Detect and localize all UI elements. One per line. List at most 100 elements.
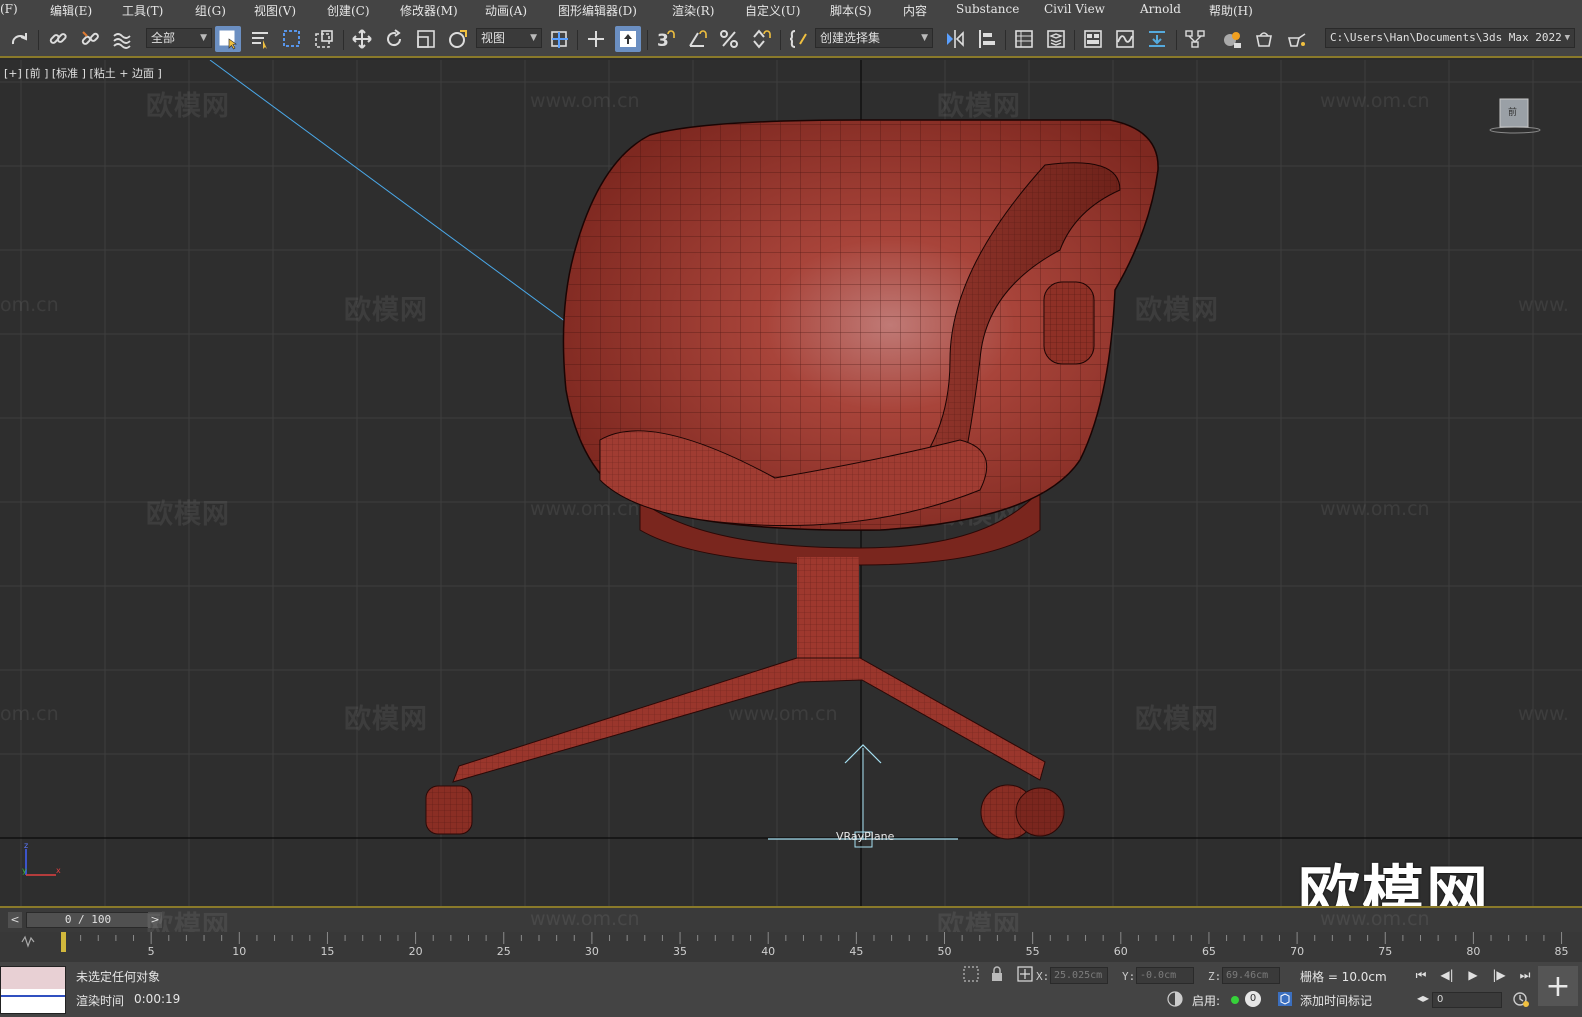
angle-snap-icon[interactable]	[684, 26, 710, 52]
rect-select-region-icon[interactable]	[279, 26, 305, 52]
main-toolbar: 全部 ▼ 视图 ▼ 3 创建选择集 ▼ C:\Users\Han\Documents\…	[0, 20, 1582, 58]
menu-rendering[interactable]: 渲染(R)	[672, 2, 714, 19]
y-coord-field[interactable]: -0.0cm	[1136, 967, 1194, 984]
track-tick-label: 85	[1554, 945, 1569, 958]
menu-substance[interactable]: Substance	[956, 2, 1019, 16]
menu-civil-view[interactable]: Civil View	[1044, 2, 1105, 16]
menu-customize[interactable]: 自定义(U)	[745, 2, 800, 19]
lock-icon[interactable]	[988, 965, 1006, 983]
menu-graph-editors[interactable]: 图形编辑器(D)	[558, 2, 637, 19]
window-crossing-icon[interactable]	[311, 26, 337, 52]
status-dot-icon	[1231, 996, 1239, 1004]
status-bar: 未选定任何对象 渲染时间 0:00:19 X: 25.025cm Y: -0.0…	[0, 962, 1582, 1017]
play-icon[interactable]: ▶	[1462, 967, 1484, 983]
menu-group[interactable]: 组(G)	[195, 2, 226, 19]
layer-explorer-icon[interactable]	[1043, 26, 1069, 52]
add-time-tag[interactable]: 添加时间标记	[1300, 992, 1372, 1009]
menu-help[interactable]: 帮助(H)	[1209, 2, 1253, 19]
time-prev-button[interactable]: <	[8, 912, 22, 928]
select-by-name-icon[interactable]	[247, 26, 273, 52]
menu-animation[interactable]: 动画(A)	[485, 2, 527, 19]
dope-sheet-icon[interactable]	[1144, 26, 1170, 52]
axis-tripod: z y x	[22, 843, 61, 876]
percent-snap-icon[interactable]	[716, 26, 742, 52]
snaps-toggle-icon[interactable]: 3	[652, 26, 678, 52]
time-slider-thumb[interactable]: 0 / 100	[26, 912, 150, 928]
mirror-icon[interactable]	[942, 26, 968, 52]
curve-editor-icon[interactable]	[1112, 26, 1138, 52]
go-to-end-icon[interactable]: ⏭	[1514, 967, 1536, 983]
select-scale-icon[interactable]	[413, 26, 439, 52]
menu-scripting[interactable]: 脚本(S)	[830, 2, 872, 19]
select-move-icon[interactable]	[349, 26, 375, 52]
select-place-icon[interactable]	[445, 26, 471, 52]
x-coord-field[interactable]: 25.025cm	[1050, 967, 1108, 984]
track-tick-label: 5	[147, 945, 155, 958]
material-editor-icon[interactable]	[1219, 26, 1245, 52]
vray-plane-label: VRayPlane	[836, 830, 895, 843]
selection-filter-value: 全部	[151, 31, 176, 45]
watermark-url: www.om.cn	[530, 908, 640, 930]
viewcube[interactable]: 前	[1488, 97, 1542, 137]
named-selection-dropdown[interactable]: 创建选择集 ▼	[815, 28, 933, 48]
z-coord-field[interactable]: 69.46cm	[1222, 967, 1280, 984]
scene-explorer-icon[interactable]	[1011, 26, 1037, 52]
menu-edit[interactable]: 编辑(E)	[50, 2, 92, 19]
viewport-label[interactable]: [+] [前 ] [标准 ] [粘土 + 边面 ]	[4, 65, 162, 81]
selection-lock-icon[interactable]	[962, 965, 980, 983]
toggle-ribbon-icon[interactable]	[1080, 26, 1106, 52]
time-config-icon[interactable]	[1512, 990, 1530, 1008]
adaptive-degradation-icon[interactable]	[1166, 990, 1184, 1008]
select-object-icon[interactable]	[215, 26, 241, 52]
menu-tools[interactable]: 工具(T)	[122, 2, 163, 19]
menu-file[interactable]: (F)	[0, 2, 18, 16]
render-setup-icon[interactable]	[1251, 26, 1277, 52]
menu-content[interactable]: 内容	[903, 2, 927, 19]
ref-coord-value: 视图	[481, 31, 506, 45]
menu-arnold[interactable]: Arnold	[1140, 2, 1181, 16]
project-path-dropdown[interactable]: C:\Users\Han\Documents\3ds Max 2022 ▼	[1325, 28, 1575, 48]
track-tick-label: 25	[496, 945, 511, 958]
maxscript-mini-listener[interactable]	[0, 966, 66, 1014]
menu-modifiers[interactable]: 修改器(M)	[400, 2, 458, 19]
link-icon[interactable]	[45, 26, 71, 52]
previous-frame-icon[interactable]: ◀|	[1436, 967, 1458, 983]
frame-spinner-icon[interactable]: ◂▸	[1412, 990, 1434, 1006]
enabled-counter[interactable]: 0	[1245, 991, 1261, 1007]
edit-named-selection-icon[interactable]	[786, 26, 812, 52]
site-logo: 欧模网	[1298, 858, 1491, 906]
add-key-button[interactable]: +	[1538, 966, 1578, 1006]
schematic-view-icon[interactable]	[1182, 26, 1208, 52]
spinner-snap-icon[interactable]	[748, 26, 774, 52]
axis-x-label: x	[56, 866, 61, 875]
select-manipulate-icon[interactable]	[583, 26, 609, 52]
ref-coord-dropdown[interactable]: 视图 ▼	[476, 28, 542, 48]
selection-status: 未选定任何对象	[76, 970, 161, 984]
current-frame-field[interactable]: 0	[1432, 992, 1502, 1008]
go-to-start-icon[interactable]: ⏮	[1410, 967, 1432, 983]
track-bar[interactable]: 5 10 15 20 25 30 35 40 45 50 55 60 65 70 75 80 85	[0, 932, 1582, 962]
menu-views[interactable]: 视图(V)	[254, 2, 296, 19]
axis-z-label: z	[24, 843, 28, 850]
unlink-icon[interactable]	[77, 26, 103, 52]
select-rotate-icon[interactable]	[381, 26, 407, 52]
render-production-icon[interactable]	[1283, 26, 1309, 52]
track-tick-label: 80	[1466, 945, 1481, 958]
current-frame-marker	[61, 932, 66, 952]
absolute-mode-icon[interactable]	[1016, 965, 1034, 983]
next-frame-icon[interactable]: |▶	[1488, 967, 1510, 983]
bind-space-warp-icon[interactable]	[109, 26, 135, 52]
front-viewport[interactable]: 欧模网 www.om.cn 欧模网 www.om.cn om.cn 欧模网 ww…	[0, 60, 1582, 906]
keyboard-shortcut-override-icon[interactable]	[615, 26, 641, 52]
redo-icon[interactable]	[6, 26, 32, 52]
track-tick-label: 35	[673, 945, 688, 958]
align-icon[interactable]	[974, 26, 1000, 52]
track-tick-label: 10	[232, 945, 247, 958]
enabled-label: 启用:	[1192, 994, 1221, 1008]
use-pivot-icon[interactable]	[546, 26, 572, 52]
time-slider[interactable]: < 0 / 100 > 欧模网 www.om.cn 欧模网 www.om.cn	[0, 906, 1582, 942]
time-tag-icon[interactable]	[1276, 990, 1294, 1008]
menu-create[interactable]: 创建(C)	[327, 2, 370, 19]
vray-plane-gizmo[interactable]	[0, 60, 1582, 906]
selection-filter-dropdown[interactable]: 全部 ▼	[146, 28, 212, 48]
